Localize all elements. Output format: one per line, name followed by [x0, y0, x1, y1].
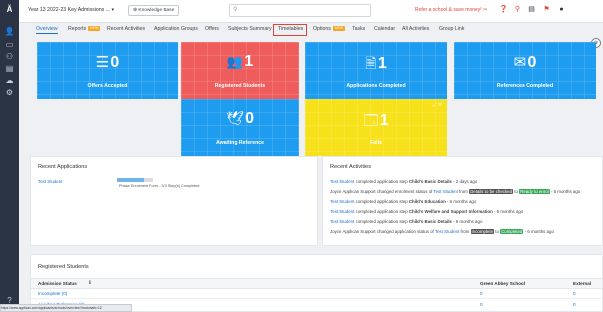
tab-application-groups[interactable]: Application Groups [154, 26, 198, 32]
globe-icon: ⊕ [133, 8, 138, 13]
flag-icon[interactable]: ⚑ [542, 5, 551, 15]
tile-offers-accepted[interactable]: ☰ 0 Offers Accepted [37, 42, 178, 99]
activity-item: Test Student completed application step … [330, 219, 483, 224]
sidebar: Ă 👤 ▭ ⚇ ▤ ☁ ⚙ ? [0, 0, 19, 310]
app-logo-icon[interactable]: Ă [4, 5, 15, 14]
tile-applications-completed[interactable]: 🗎 1 Applications Completed [305, 42, 447, 99]
recent-applications-panel: Recent Applications Test Student Phase E… [30, 156, 318, 246]
tab-bar: Overview Reports NEW Recent Activities Ap… [19, 23, 603, 36]
location-icon[interactable]: ⚲ [513, 5, 522, 15]
tile-value-row: 🕊 0 [226, 110, 254, 127]
users-icon[interactable]: 👤 [4, 27, 15, 36]
panel-title: Recent Activities [330, 164, 372, 170]
progress-fill [117, 178, 144, 182]
timetables-highlight [273, 24, 307, 36]
tab-subjects-summary[interactable]: Subjects Summary [228, 26, 272, 32]
tab-recent-activities[interactable]: Recent Activities [107, 26, 145, 32]
account-icon[interactable]: ● [557, 5, 566, 15]
column-header: External [573, 281, 592, 286]
tile-references-completed[interactable]: ✉ 0 References Completed [454, 42, 596, 99]
refer-link[interactable]: Refer a school & save money! ✂ [415, 7, 487, 13]
activity-item: Test Student completed application step … [330, 199, 477, 204]
panel-title: Registered Students [38, 264, 89, 270]
cloud-icon[interactable]: ☁ [4, 76, 15, 85]
tile-value-row: 🗔 1 [363, 112, 389, 129]
people-icon[interactable]: ⚇ [4, 52, 15, 61]
window-icon: 🗔 [363, 112, 379, 128]
table-row: Incomplete (0) 0 0 [31, 289, 602, 299]
activity-item: Joyce Applicas Support changed enrolment… [330, 189, 581, 194]
tab-reports[interactable]: Reports NEW [68, 26, 101, 32]
activity-item: Joyce Applicas Support changed applicati… [330, 229, 554, 234]
column-header: Admission Status [38, 281, 77, 286]
tile-value-row: 🗎 1 [365, 55, 387, 72]
users-group-icon: 👥 [226, 54, 243, 69]
help-circle-icon[interactable]: ❓ [499, 5, 508, 15]
panel-title: Recent Applications [38, 164, 88, 170]
progress-stage: Phase Enrolment Form - 3/3 Step(s) Compl… [119, 184, 200, 188]
tab-overview[interactable]: Overview [36, 26, 58, 34]
settings-icon[interactable]: ⚙ [4, 88, 15, 97]
new-badge: NEW [88, 26, 101, 32]
new-badge: NEW [332, 26, 346, 32]
tab-options[interactable]: Options NEW [313, 26, 346, 32]
envelope-icon: ✉ [513, 54, 527, 71]
tile-value-row: 👥 1 [226, 53, 254, 70]
message-icon[interactable]: ▭ [4, 40, 15, 49]
info-icon[interactable]: ℹ [89, 280, 91, 286]
tab-offers[interactable]: Offers [205, 26, 219, 32]
document-icon[interactable]: ▤ [4, 64, 15, 73]
app-title-dropdown[interactable]: Year 13 2022-23 Key Admissions ... ▾ [28, 7, 114, 13]
status-bar-url: https://www.applicas.com/applicants/scho… [0, 304, 132, 312]
tab-calendar[interactable]: Calendar [374, 26, 395, 32]
tile-value-row: ✉ 0 [513, 54, 537, 71]
student-link[interactable]: Test Student [38, 179, 62, 184]
table-header: Admission Status ℹ Green Abbey School Ex… [31, 278, 602, 289]
tile-value-row: ☰ 0 [95, 54, 120, 71]
tile-fails[interactable]: 🗔 1 Fails ⤢ ✕ [305, 99, 447, 156]
top-bar: Year 13 2022-23 Key Admissions ... ▾ ⊕ K… [19, 0, 603, 23]
notes-icon[interactable]: ▤ [527, 5, 536, 15]
activity-item: Test Student completed application step … [330, 209, 524, 214]
column-header: Green Abbey School [480, 281, 526, 286]
paper-plane-icon: 🕊 [226, 110, 244, 126]
tile-registered-students[interactable]: 👥 1 Registered Students [181, 42, 299, 99]
tab-tasks[interactable]: Tasks [352, 26, 365, 32]
tab-group-link[interactable]: Group Link [439, 26, 464, 32]
knowledge-base-button[interactable]: ⊕ Knowledge Base [128, 5, 180, 16]
list-icon: ☰ [95, 54, 110, 71]
recent-activities-panel: Recent Activities Test Student completed… [322, 156, 603, 246]
progress-bar [117, 178, 153, 182]
tile-awaiting-reference[interactable]: 🕊 0 Awaiting Reference [181, 99, 299, 156]
search-input[interactable]: ⚲ [229, 4, 371, 17]
expand-icon[interactable]: ⤢ ✕ [433, 102, 442, 108]
file-check-icon: 🗎 [365, 55, 377, 71]
search-icon: ⚲ [233, 7, 238, 13]
activity-item: Test Student completed application step … [330, 179, 478, 184]
tab-all-activities[interactable]: All Activities [402, 26, 429, 32]
